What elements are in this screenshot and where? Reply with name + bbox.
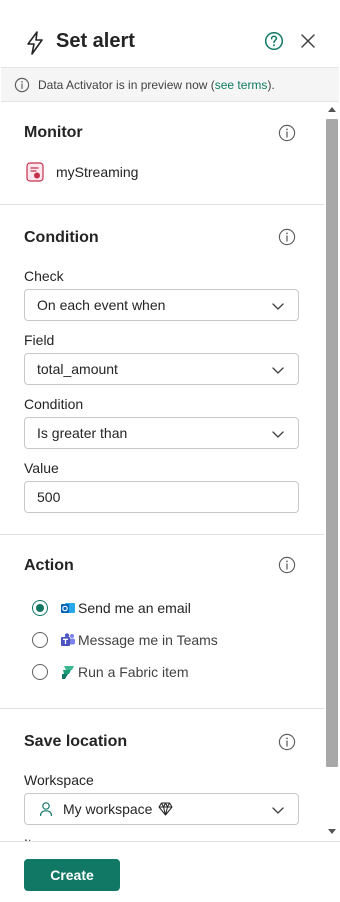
panel-header: Set alert [0,0,340,66]
condition-dropdown[interactable]: Is greater than [24,417,299,449]
chevron-down-icon [272,367,284,374]
monitor-item-name: myStreaming [56,164,139,180]
save-location-section: Save location Workspace My workspace It [0,709,324,841]
condition-section: Condition Check On each event when Field… [0,205,324,535]
value-input-text: 500 [37,489,61,505]
email-radio[interactable] [32,600,48,616]
preview-message: Data Activator is in preview now (see te… [38,78,275,92]
info-icon[interactable] [278,556,296,574]
monitor-section: Monitor myStreaming [0,103,324,205]
eventstream-icon [26,162,44,182]
condition-dropdown-value: Is greater than [37,425,128,441]
chevron-down-icon [272,431,284,438]
fabric-icon [62,666,74,679]
value-input[interactable]: 500 [24,481,299,513]
scroll-up-arrow[interactable] [328,107,336,112]
value-label: Value [24,460,59,476]
condition-label: Condition [24,396,84,412]
chevron-down-icon [272,303,284,310]
check-dropdown-value: On each event when [37,297,166,313]
email-option-label: Send me an email [78,600,191,616]
preview-suffix: ). [267,78,275,92]
preview-text: Data Activator is in preview now ( [38,78,215,92]
info-icon [14,77,30,93]
action-section: Action Send me an email Message me in Te… [0,535,324,709]
create-button[interactable]: Create [24,859,120,891]
help-icon[interactable] [264,31,284,51]
workspace-label: Workspace [24,772,94,788]
premium-diamond-icon [158,802,173,816]
info-icon[interactable] [278,124,296,142]
check-dropdown[interactable]: On each event when [24,289,299,321]
see-terms-link[interactable]: see terms [215,78,268,92]
action-title: Action [24,557,74,574]
teams-radio[interactable] [32,632,48,648]
workspace-dropdown[interactable]: My workspace [24,793,299,825]
workspace-dropdown-value: My workspace [63,801,153,817]
scrollbar-thumb[interactable] [326,119,338,767]
monitor-title: Monitor [24,124,83,141]
preview-banner: Data Activator is in preview now (see te… [1,67,339,102]
field-dropdown[interactable]: total_amount [24,353,299,385]
person-icon [39,802,53,817]
condition-title: Condition [24,229,99,246]
check-label: Check [24,268,64,284]
field-label: Field [24,332,55,348]
info-icon[interactable] [278,228,296,246]
panel-title: Set alert [56,30,135,52]
outlook-icon [61,603,75,613]
panel-footer: Create [0,841,340,902]
fabric-option-label: Run a Fabric item [78,664,189,680]
vertical-scrollbar[interactable] [324,103,340,841]
field-dropdown-value: total_amount [37,361,118,377]
info-icon[interactable] [278,733,296,751]
form-scroll-area[interactable]: Monitor myStreaming Condition Check On e… [0,103,324,841]
lightning-bolt-icon [27,31,43,55]
save-location-title: Save location [24,733,128,750]
teams-option-label: Message me in Teams [78,632,218,648]
teams-icon [61,633,75,646]
close-icon[interactable] [298,31,318,51]
fabric-radio[interactable] [32,664,48,680]
chevron-down-icon [272,807,284,814]
scroll-down-arrow[interactable] [328,829,336,834]
